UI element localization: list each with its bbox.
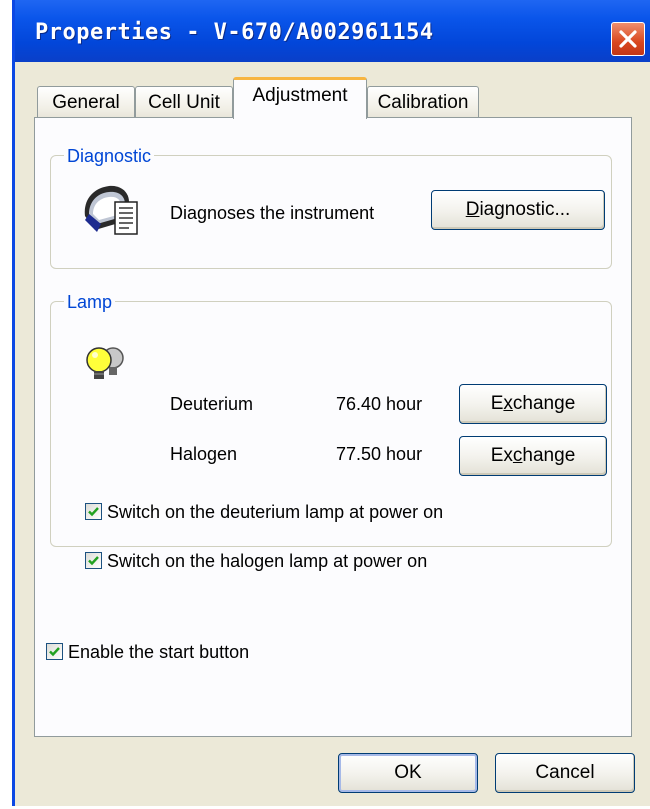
tab-calibration-label: Calibration (377, 92, 469, 113)
cancel-button[interactable]: Cancel (495, 753, 635, 793)
ok-button-label: OK (394, 762, 422, 783)
halogen-hours: 77.50 hour (336, 444, 423, 464)
tab-adjustment[interactable]: Adjustment (233, 77, 367, 119)
properties-dialog: Properties - V-670/A002961154 General Ce… (12, 0, 650, 806)
halogen-label: Halogen (170, 444, 238, 464)
tab-cell-unit[interactable]: Cell Unit (135, 86, 233, 118)
tab-cell-unit-label: Cell Unit (148, 92, 220, 113)
diagnostic-description: Diagnoses the instrument (170, 203, 375, 223)
checkmark-icon (49, 647, 60, 657)
deuterium-exchange-label-pre: E (490, 393, 504, 414)
close-button[interactable] (611, 22, 645, 56)
title-bar[interactable]: Properties - V-670/A002961154 (15, 0, 650, 62)
close-icon (619, 30, 637, 48)
switch-halogen-checkbox[interactable] (85, 552, 102, 569)
switch-deuterium-label[interactable]: Switch on the deuterium lamp at power on (107, 501, 443, 523)
cancel-button-label: Cancel (535, 762, 595, 783)
switch-halogen-label[interactable]: Switch on the halogen lamp at power on (107, 550, 427, 572)
tab-calibration[interactable]: Calibration (367, 86, 479, 118)
halogen-exchange-mnemonic: c (512, 445, 523, 466)
checkmark-icon (88, 556, 99, 566)
switch-deuterium-checkbox[interactable] (85, 503, 102, 520)
diagnostic-button-mnemonic: D (465, 199, 480, 220)
ok-button[interactable]: OK (338, 753, 478, 793)
instrument-icon (79, 180, 143, 245)
window-title: Properties - V-670/A002961154 (35, 20, 434, 45)
halogen-exchange-label-post: hange (522, 445, 576, 466)
tab-adjustment-label: Adjustment (252, 85, 348, 106)
tab-general-label: General (52, 92, 120, 113)
checkmark-icon (88, 507, 99, 517)
halogen-exchange-label-pre: Ex (490, 445, 513, 466)
deuterium-exchange-label-post: change (512, 393, 576, 414)
enable-start-checkbox[interactable] (46, 643, 63, 660)
deuterium-exchange-button[interactable]: Exchange (459, 384, 607, 424)
deuterium-hours: 76.40 hour (336, 394, 423, 414)
deuterium-label: Deuterium (170, 394, 254, 414)
diagnostic-button-label-post: iagnostic... (479, 199, 571, 220)
lamp-icon (83, 344, 131, 389)
lamp-group-title: Lamp (64, 292, 116, 312)
enable-start-label[interactable]: Enable the start button (68, 641, 249, 663)
deuterium-exchange-mnemonic: x (503, 393, 513, 414)
adjustment-panel: Diagnostic Diagnoses the instrument Diag… (34, 117, 632, 737)
halogen-exchange-button[interactable]: Exchange (459, 436, 607, 476)
dialog-client-area: General Cell Unit Adjustment Calibration… (15, 62, 650, 806)
diagnostic-button[interactable]: Diagnostic... (431, 190, 605, 230)
diagnostic-group-title: Diagnostic (64, 146, 155, 166)
tab-general[interactable]: General (37, 86, 135, 118)
